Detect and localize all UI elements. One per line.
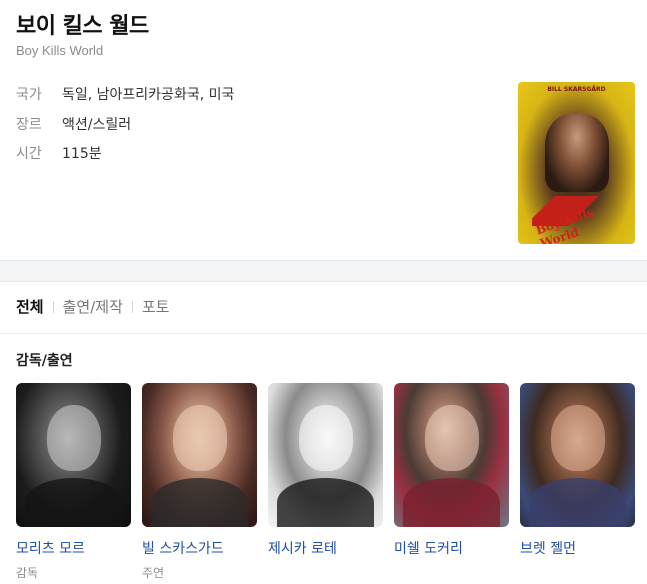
tab-separator	[52, 300, 54, 313]
info-value: 액션/스릴러	[62, 117, 132, 133]
info-value: 독일, 남아프리카공화국, 미국	[62, 87, 235, 103]
person-name[interactable]: 제시카 로테	[268, 538, 383, 558]
shoulders-shape	[529, 478, 626, 527]
section-divider	[0, 260, 647, 282]
cast-item[interactable]: 제시카 로테	[268, 383, 383, 581]
info-label: 장르	[16, 117, 42, 133]
info-label: 국가	[16, 87, 42, 103]
person-photo[interactable]	[394, 383, 509, 527]
info-row-runtime: 시간 115분	[16, 143, 102, 163]
shoulders-shape	[151, 478, 248, 527]
face-shape	[298, 404, 353, 471]
info-row-genre: 장르 액션/스릴러	[16, 114, 131, 134]
person-name[interactable]: 미쉘 도커리	[394, 538, 509, 558]
person-name[interactable]: 모리츠 모르	[16, 538, 131, 558]
cast-item[interactable]: 모리츠 모르 감독	[16, 383, 131, 581]
info-label: 시간	[16, 146, 42, 162]
cast-item[interactable]: 빌 스카스가드 주연	[142, 383, 257, 581]
poster-credit-text: BILL SKARSGÅRD	[547, 86, 606, 93]
face-shape	[46, 404, 101, 471]
person-photo[interactable]	[16, 383, 131, 527]
movie-original-title: Boy Kills World	[16, 43, 104, 58]
face-shape	[172, 404, 227, 471]
shoulders-shape	[25, 478, 122, 527]
tab-separator	[131, 300, 133, 313]
movie-title: 보이 킬스 월드	[16, 14, 149, 39]
cast-section-title: 감독/출연	[16, 353, 73, 369]
info-value: 115분	[62, 146, 102, 162]
tab-photos[interactable]: 포토	[142, 296, 170, 317]
tab-all[interactable]: 전체	[16, 296, 44, 317]
poster-figure	[544, 114, 609, 193]
person-role: 감독	[16, 566, 39, 580]
info-row-country: 국가 독일, 남아프리카공화국, 미국	[16, 84, 234, 104]
tab-cast-crew[interactable]: 출연/제작	[63, 296, 123, 317]
face-shape	[550, 404, 605, 471]
shoulders-shape	[403, 478, 500, 527]
person-name[interactable]: 브렛 젤먼	[520, 538, 635, 558]
movie-poster[interactable]: BILL SKARSGÅRD Boy Kills World	[518, 82, 635, 244]
person-role: 주연	[142, 566, 165, 580]
cast-item[interactable]: 브렛 젤먼	[520, 383, 635, 581]
person-photo[interactable]	[520, 383, 635, 527]
cast-item[interactable]: 미쉘 도커리	[394, 383, 509, 581]
face-shape	[424, 404, 479, 471]
shoulders-shape	[277, 478, 374, 527]
person-name[interactable]: 빌 스카스가드	[142, 538, 257, 558]
cast-list: 모리츠 모르 감독 빌 스카스가드 주연 제시카 로테 미쉘 도커리 브렛 젤먼	[16, 383, 635, 581]
person-photo[interactable]	[142, 383, 257, 527]
person-photo[interactable]	[268, 383, 383, 527]
tab-underline	[0, 333, 647, 334]
tab-bar: 전체 출연/제작 포토	[16, 296, 169, 317]
